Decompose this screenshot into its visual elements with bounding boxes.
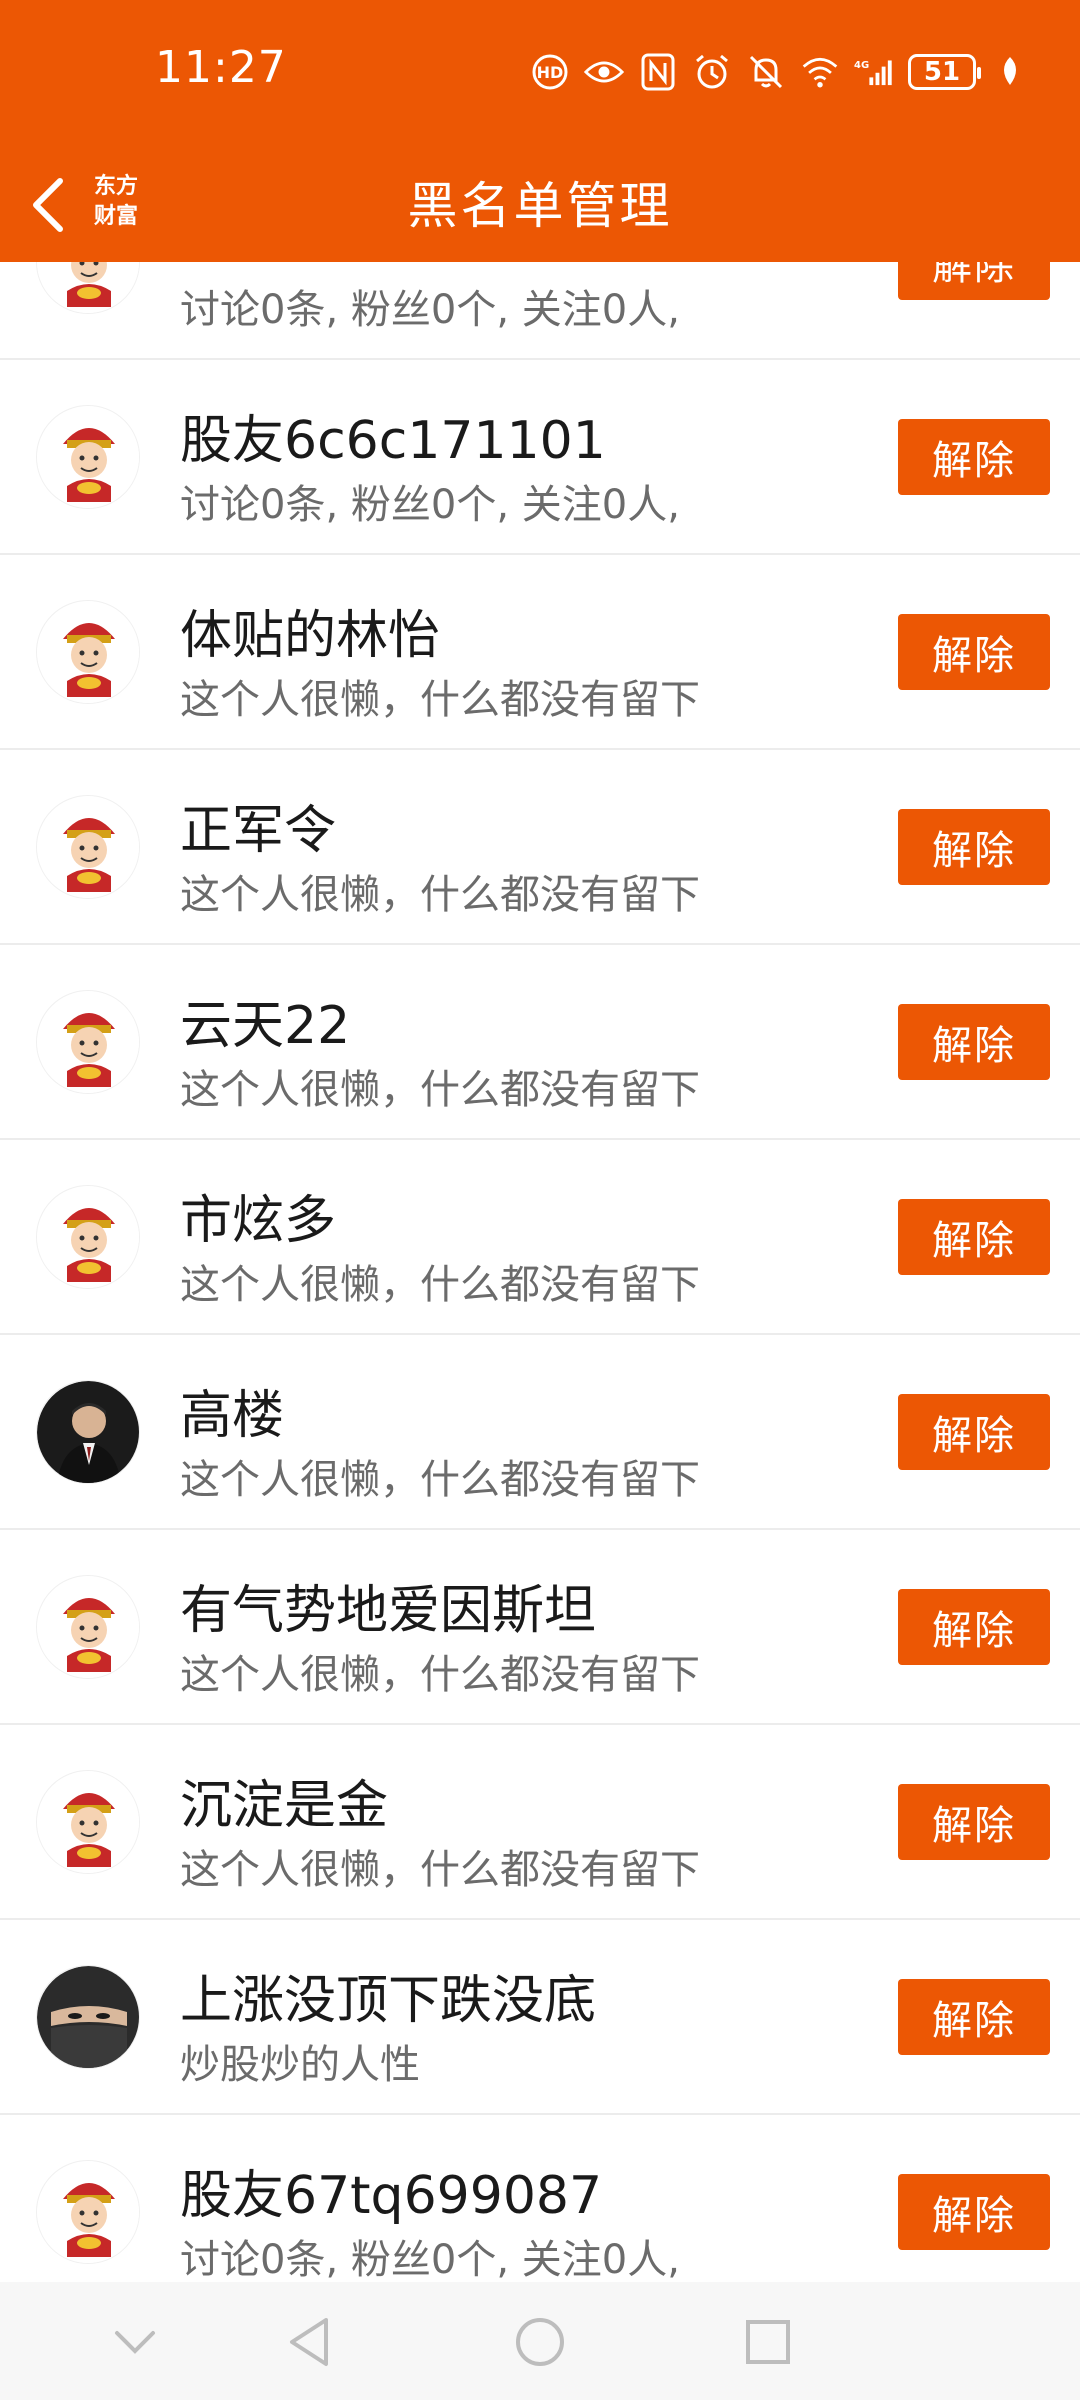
user-description: 这个人很懒，什么都没有留下 <box>180 677 700 723</box>
remove-button[interactable]: 解除 <box>898 808 1050 885</box>
caishen-avatar[interactable] <box>36 404 140 509</box>
user-description: 这个人很懒，什么都没有留下 <box>180 1457 700 1503</box>
remove-button[interactable]: 解除 <box>898 1393 1050 1470</box>
nfc-icon <box>638 52 678 92</box>
caishen-avatar[interactable] <box>36 1769 140 1874</box>
back-button[interactable] <box>18 160 78 250</box>
ninja-avatar[interactable] <box>36 1964 140 2069</box>
user-name[interactable]: 市炫多 <box>180 1178 336 1253</box>
logo-line-1: 东方 <box>93 173 138 199</box>
battery-icon: 51 <box>908 54 981 90</box>
mute-icon <box>746 52 786 92</box>
app-header: 11:27 HD 4G 51 黑名单管理 东方 财富 <box>0 0 1080 262</box>
blacklist-row: 沉淀是金 这个人很懒，什么都没有留下 解除 <box>0 1725 1080 1920</box>
user-description: 讨论0条, 粉丝0个, 关注0人, <box>180 482 680 528</box>
leaf-icon <box>990 52 1030 92</box>
system-nav-bar <box>0 2282 1080 2400</box>
signal-4g-icon: 4G <box>854 52 894 92</box>
remove-button[interactable]: 解除 <box>898 1783 1050 1860</box>
page-title: 黑名单管理 <box>407 177 673 235</box>
user-name[interactable]: 正军令 <box>180 788 336 863</box>
user-description: 这个人很懒，什么都没有留下 <box>180 1847 700 1893</box>
blacklist-row: 正军令 这个人很懒，什么都没有留下 解除 <box>0 750 1080 945</box>
user-name[interactable]: 股友67tq699087 <box>180 2153 602 2228</box>
svg-text:HD: HD <box>537 63 564 82</box>
user-description: 炒股炒的人性 <box>180 2042 420 2088</box>
blacklist-row: 高楼 这个人很懒，什么都没有留下 解除 <box>0 1335 1080 1530</box>
logo-line-2: 财富 <box>93 203 138 229</box>
caishen-avatar[interactable] <box>36 2159 140 2264</box>
recents-square-icon[interactable] <box>738 2312 798 2372</box>
remove-button[interactable]: 解除 <box>898 613 1050 690</box>
blacklist-row: 上涨没顶下跌没底 炒股炒的人性 解除 <box>0 1920 1080 2115</box>
caishen-avatar[interactable] <box>36 1574 140 1679</box>
caishen-avatar[interactable] <box>36 989 140 1094</box>
remove-button[interactable]: 解除 <box>898 1198 1050 1275</box>
status-bar: 11:27 HD 4G 51 <box>0 0 1080 150</box>
blacklist-row: 有气势地爱因斯坦 这个人很懒，什么都没有留下 解除 <box>0 1530 1080 1725</box>
remove-button[interactable]: 解除 <box>898 1588 1050 1665</box>
user-name[interactable]: 上涨没顶下跌没底 <box>180 1958 596 2033</box>
user-description: 这个人很懒，什么都没有留下 <box>180 872 700 918</box>
battery-level: 51 <box>923 57 961 87</box>
remove-button[interactable]: 解除 <box>898 1003 1050 1080</box>
chevron-down-icon[interactable] <box>105 2312 165 2372</box>
blacklist-row: 云天22 这个人很懒，什么都没有留下 解除 <box>0 945 1080 1140</box>
back-triangle-icon[interactable] <box>280 2312 340 2372</box>
remove-button[interactable]: 解除 <box>898 1978 1050 2055</box>
wifi-icon <box>800 52 840 92</box>
user-name[interactable]: 体贴的林怡 <box>180 593 440 668</box>
status-icons: HD 4G 51 <box>530 48 1030 96</box>
chevron-left-icon <box>33 178 63 232</box>
user-description: 这个人很懒，什么都没有留下 <box>180 1652 700 1698</box>
svg-text:4G: 4G <box>854 60 869 71</box>
caishen-avatar[interactable] <box>36 599 140 704</box>
eye-icon <box>584 52 624 92</box>
nav-bar: 黑名单管理 东方 财富 <box>0 150 1080 262</box>
user-description: 讨论0条, 粉丝0个, 关注0人, <box>180 287 680 333</box>
blacklist-row: 市炫多 这个人很懒，什么都没有留下 解除 <box>0 1140 1080 1335</box>
blacklist-row: 股友6c6c171101 讨论0条, 粉丝0个, 关注0人, 解除 <box>0 360 1080 555</box>
remove-button[interactable]: 解除 <box>898 2173 1050 2250</box>
man-photo-avatar[interactable] <box>36 1379 140 1484</box>
user-description: 这个人很懒，什么都没有留下 <box>180 1262 700 1308</box>
status-time: 11:27 <box>155 42 287 93</box>
blacklist: 讨论0条, 粉丝0个, 关注0人, 解除 股友6c6c171101 讨论0条, … <box>0 165 1080 2310</box>
hd-voice-icon: HD <box>530 52 570 92</box>
blacklist-row: 股友67tq699087 讨论0条, 粉丝0个, 关注0人, 解除 <box>0 2115 1080 2310</box>
user-name[interactable]: 有气势地爱因斯坦 <box>180 1568 596 1643</box>
user-name[interactable]: 云天22 <box>180 983 350 1058</box>
alarm-icon <box>692 52 732 92</box>
app-logo: 东方 财富 <box>84 162 148 240</box>
user-description: 这个人很懒，什么都没有留下 <box>180 1067 700 1113</box>
caishen-avatar[interactable] <box>36 794 140 899</box>
blacklist-row: 体贴的林怡 这个人很懒，什么都没有留下 解除 <box>0 555 1080 750</box>
remove-button[interactable]: 解除 <box>898 418 1050 495</box>
user-name[interactable]: 沉淀是金 <box>180 1763 388 1838</box>
user-name[interactable]: 高楼 <box>180 1373 284 1448</box>
user-name[interactable]: 股友6c6c171101 <box>180 398 606 473</box>
home-circle-icon[interactable] <box>510 2312 570 2372</box>
user-description: 讨论0条, 粉丝0个, 关注0人, <box>180 2237 680 2283</box>
caishen-avatar[interactable] <box>36 1184 140 1289</box>
